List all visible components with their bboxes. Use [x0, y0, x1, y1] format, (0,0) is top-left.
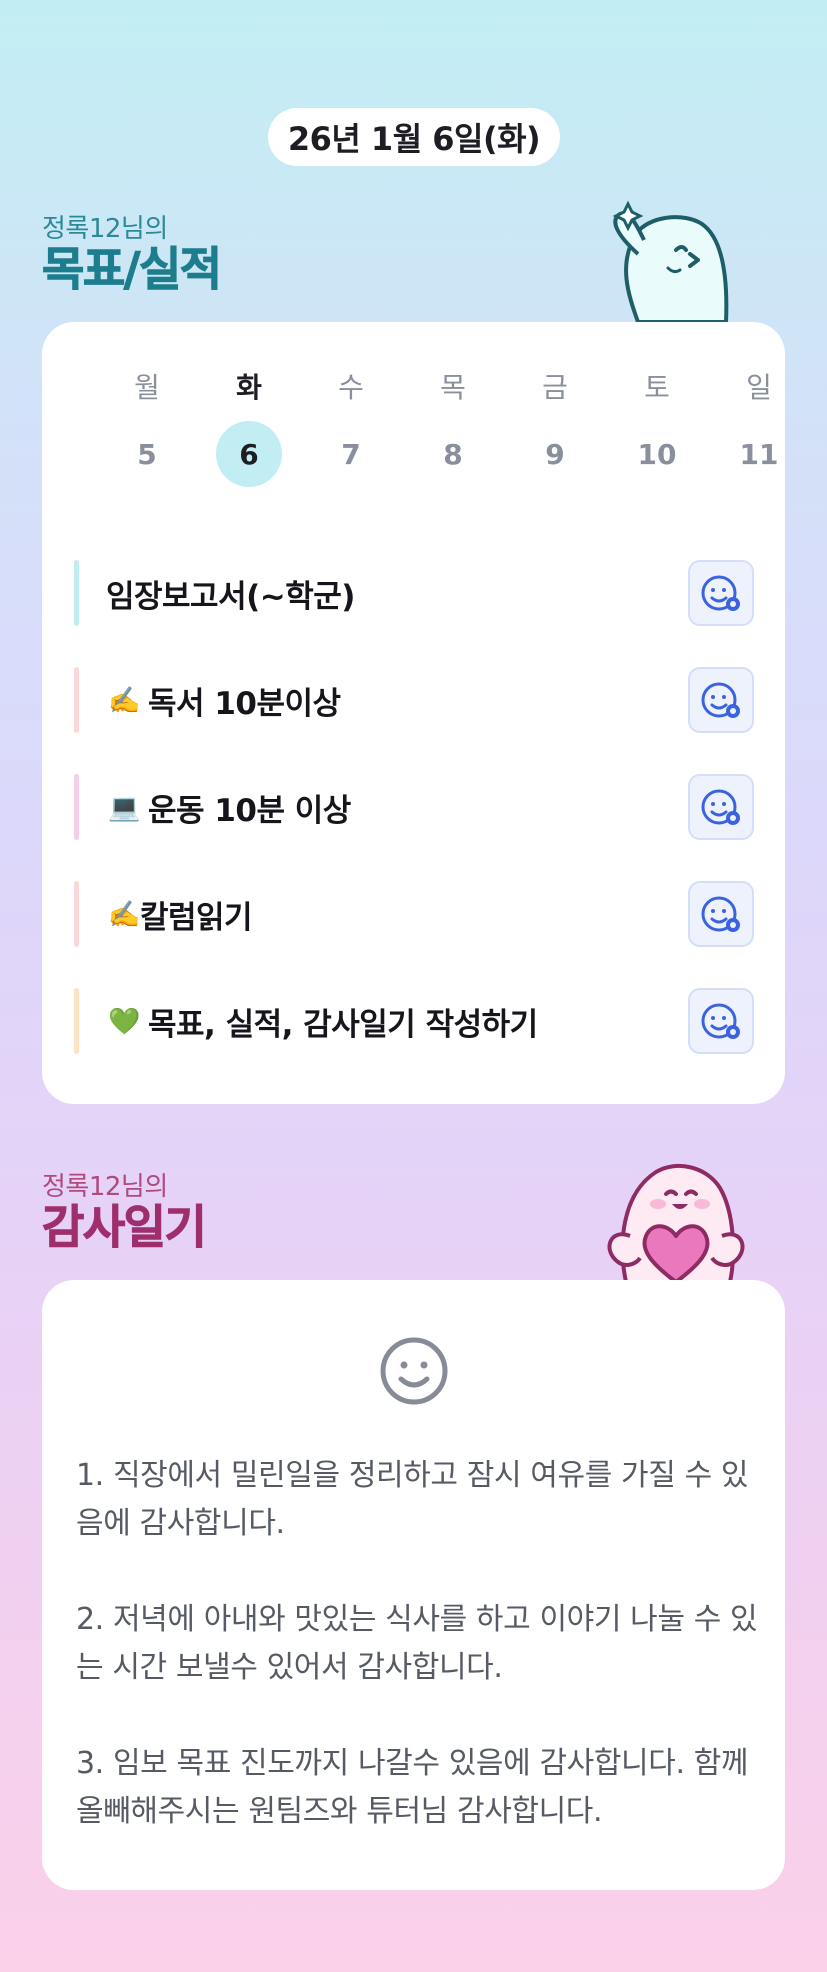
goals-card: 월 화 수 목 금 토 일 5 6 7 8 9 10 11 임장보고서(~학군) — [42, 322, 785, 1104]
goal-color-bar — [74, 667, 79, 733]
goal-emotion-button[interactable] — [688, 988, 754, 1054]
goal-item: 💚 목표, 실적, 감사일기 작성하기 — [74, 968, 754, 1075]
date-8[interactable]: 8 — [420, 421, 486, 487]
smile-add-icon — [701, 1003, 740, 1039]
date-10[interactable]: 10 — [624, 421, 690, 487]
writing-hand-icon: ✍️ — [108, 685, 141, 716]
goal-emotion-button[interactable] — [688, 560, 754, 626]
goal-color-bar — [74, 988, 79, 1054]
smile-face-icon — [380, 1337, 448, 1405]
goal-emotion-button[interactable] — [688, 881, 754, 947]
gratitude-list: 1. 직장에서 밀린일을 정리하고 잠시 여유를 가질 수 있음에 감사합니다.… — [76, 1452, 766, 1884]
goals-subtitle: 정록12님의 — [42, 214, 168, 244]
heart-mascot-icon — [607, 1163, 745, 1282]
goal-color-bar — [74, 881, 79, 947]
goal-item: ✍️ 칼럼읽기 — [74, 861, 754, 968]
weekday-sun: 일 — [746, 371, 772, 404]
goal-emotion-button[interactable] — [688, 774, 754, 840]
date-6-selected[interactable]: 6 — [216, 421, 282, 487]
goal-list: 임장보고서(~학군) ✍️ 독서 10분이상 💻 운동 10분 이상 ✍️ 칼럼… — [74, 540, 754, 1075]
goal-item: 임장보고서(~학군) — [74, 540, 754, 647]
goal-text: 목표, 실적, 감사일기 작성하기 — [148, 1007, 538, 1043]
waving-mascot-icon — [612, 200, 729, 324]
smile-add-icon — [701, 896, 740, 932]
weekday-fri: 금 — [542, 371, 568, 404]
green-heart-icon: 💚 — [108, 1006, 141, 1037]
date-label[interactable]: 26년 1월 6일(화) — [268, 108, 560, 166]
gratitude-entry-3: 3. 임보 목표 진도까지 나갈수 있음에 감사합니다. 함께 올빼해주시는 원… — [76, 1746, 749, 1829]
date-9[interactable]: 9 — [522, 421, 588, 487]
goal-item: ✍️ 독서 10분이상 — [74, 647, 754, 754]
goal-text: 임장보고서(~학군) — [106, 579, 355, 615]
goal-text: 운동 10분 이상 — [148, 793, 351, 829]
smile-add-icon — [701, 682, 740, 718]
date-11[interactable]: 11 — [726, 421, 792, 487]
goals-section-title: 정록12님의 목표/실적 — [42, 208, 223, 296]
goal-color-bar — [74, 774, 79, 840]
weekday-row: 월 화 수 목 금 토 일 — [96, 364, 812, 412]
date-7[interactable]: 7 — [318, 421, 384, 487]
smile-add-icon — [701, 575, 740, 611]
goal-item: 💻 운동 10분 이상 — [74, 754, 754, 861]
gratitude-entry-1: 1. 직장에서 밀린일을 정리하고 잠시 여유를 가질 수 있음에 감사합니다. — [76, 1458, 749, 1541]
goal-emotion-button[interactable] — [688, 667, 754, 733]
goals-title: 목표/실적 — [42, 242, 223, 296]
weekday-tue: 화 — [236, 371, 262, 404]
smile-add-icon — [701, 789, 740, 825]
gratitude-section-title: 정록12님의 감사일기 — [41, 1166, 207, 1254]
weekday-mon: 월 — [134, 371, 160, 404]
goal-text: 독서 10분이상 — [148, 686, 341, 722]
date-5[interactable]: 5 — [114, 421, 180, 487]
weekday-wed: 수 — [338, 371, 364, 404]
gratitude-card: 1. 직장에서 밀린일을 정리하고 잠시 여유를 가질 수 있음에 감사합니다.… — [42, 1280, 785, 1890]
weekday-thu: 목 — [440, 371, 466, 404]
goal-text: 칼럼읽기 — [140, 900, 253, 936]
weekday-sat: 토 — [644, 371, 670, 404]
gratitude-title: 감사일기 — [41, 1200, 207, 1254]
writing-hand-icon: ✍️ — [108, 899, 141, 930]
goal-color-bar — [74, 560, 79, 626]
date-row: 5 6 7 8 9 10 11 — [96, 412, 812, 488]
gratitude-entry-2: 2. 저녁에 아내와 맛있는 식사를 하고 이야기 나눌 수 있는 시간 보낼수… — [76, 1602, 758, 1685]
week-calendar: 월 화 수 목 금 토 일 5 6 7 8 9 10 11 — [96, 364, 812, 488]
laptop-icon: 💻 — [108, 792, 141, 823]
gratitude-subtitle: 정록12님의 — [42, 1172, 168, 1202]
